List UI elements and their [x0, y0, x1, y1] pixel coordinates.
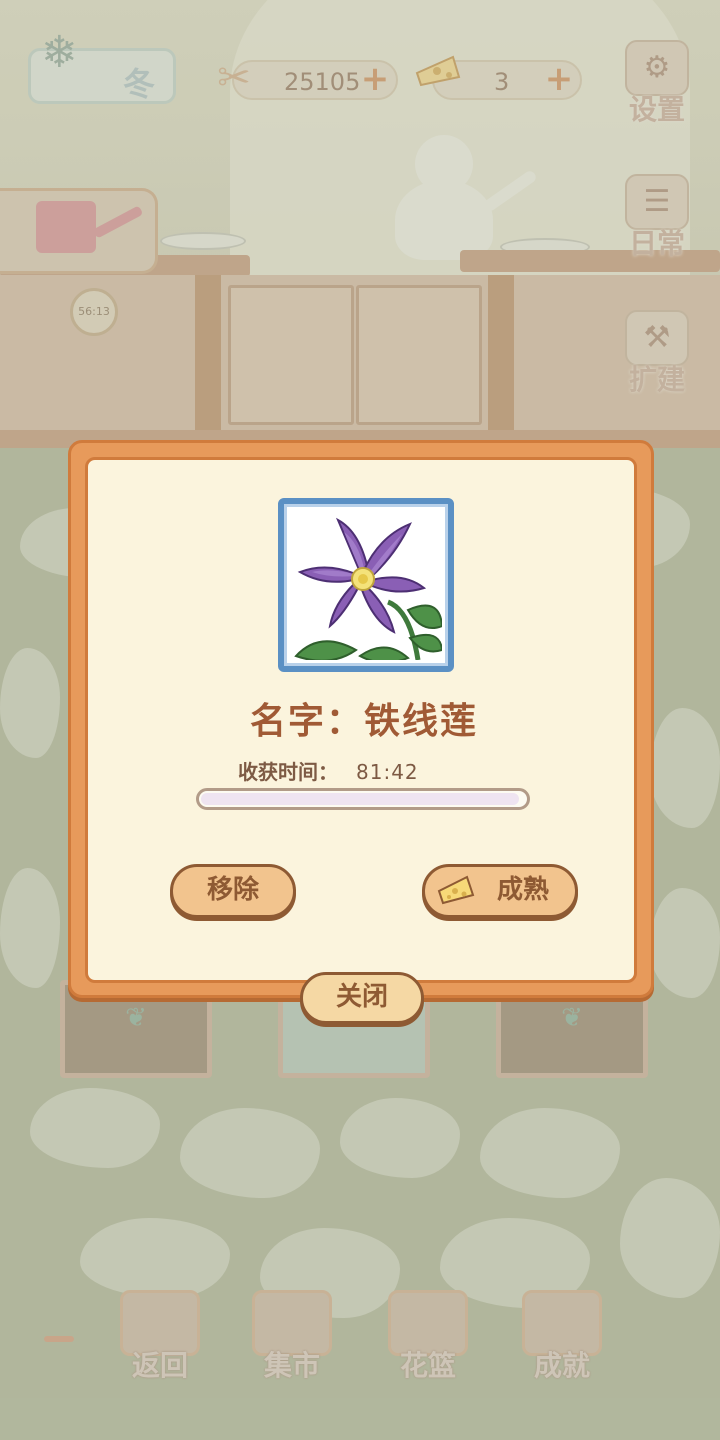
clematis-flower-image: [294, 517, 442, 660]
harvest-label: 收获时间：: [238, 760, 338, 784]
cheese-icon: [437, 875, 475, 905]
remove-button[interactable]: 移除: [170, 864, 296, 918]
close-button[interactable]: 关闭: [300, 972, 424, 1024]
growth-progress-fill: [201, 793, 519, 805]
plant-name: 名字：铁线莲: [249, 701, 478, 742]
harvest-info: 收获时间： 81:42: [238, 756, 419, 785]
ripen-label: 成熟: [496, 875, 549, 905]
flower-portrait: [278, 498, 454, 672]
growth-progress-bar: [196, 788, 530, 810]
ripen-button[interactable]: 成熟: [422, 864, 578, 918]
plant-info-dialog: 名字：铁线莲 收获时间： 81:42 移除 成熟: [68, 440, 654, 998]
dialog-panel: 名字：铁线莲 收获时间： 81:42 移除 成熟: [85, 457, 637, 983]
harvest-time: 81:42: [356, 760, 419, 784]
